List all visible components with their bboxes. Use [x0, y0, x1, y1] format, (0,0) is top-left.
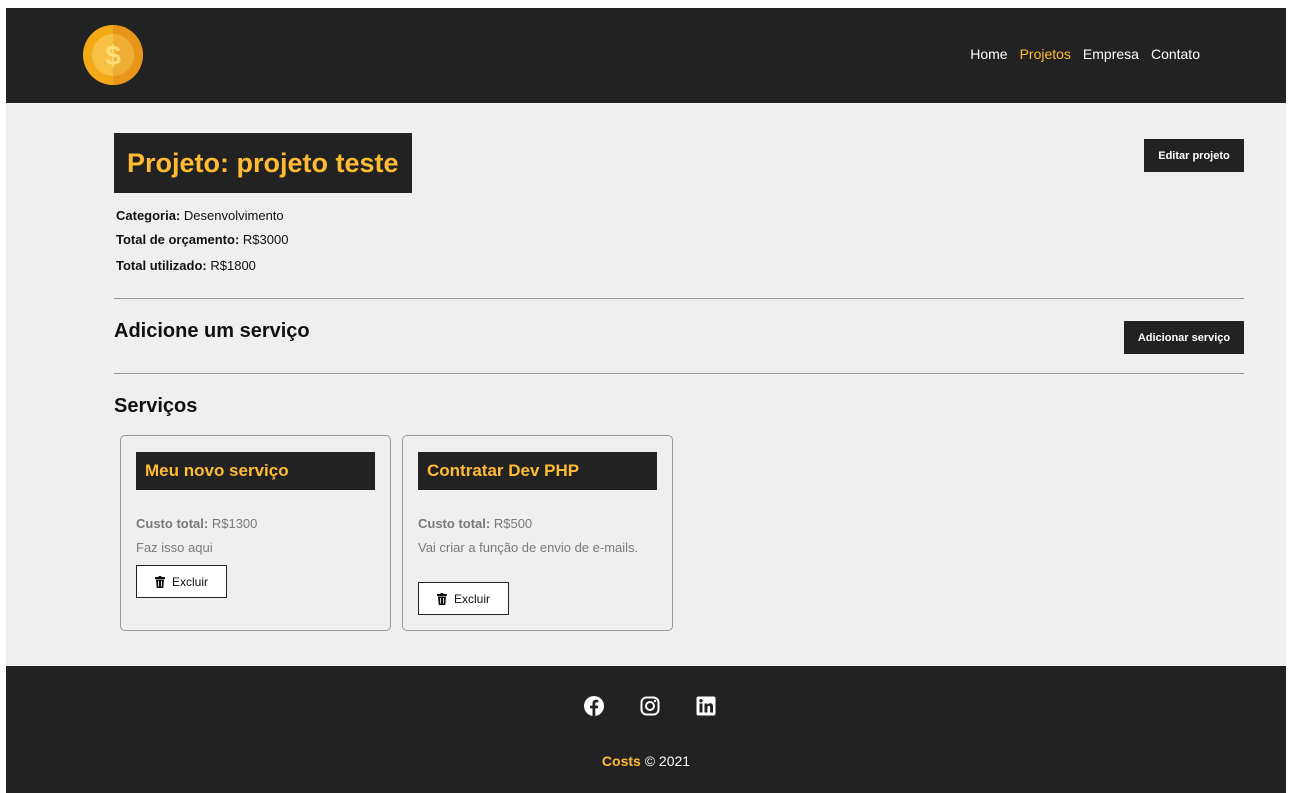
copyright: Costs © 2021: [6, 753, 1286, 769]
delete-label: Excluir: [171, 574, 208, 589]
delete-label: Excluir: [453, 591, 490, 606]
project-used: Total utilizado: R$1800: [116, 258, 256, 273]
service-name: Contratar Dev PHP: [418, 452, 657, 490]
delete-service-button[interactable]: Excluir: [136, 565, 227, 598]
coin-logo-icon[interactable]: $: [82, 24, 144, 86]
project-budget: Total de orçamento: R$3000: [116, 232, 288, 247]
navbar: $ Home Projetos Empresa Contato: [6, 8, 1286, 103]
category-value: Desenvolvimento: [183, 208, 284, 223]
service-cost: Custo total: R$1300: [136, 516, 257, 531]
nav-link-projetos[interactable]: Projetos: [1020, 46, 1071, 62]
linkedin-icon[interactable]: [695, 695, 717, 717]
service-cost-value: R$500: [493, 516, 533, 531]
service-cost-label: Custo total:: [136, 516, 209, 531]
service-cost-label: Custo total:: [418, 516, 491, 531]
nav-link-contato[interactable]: Contato: [1151, 46, 1200, 62]
brand-name: Costs: [601, 753, 641, 769]
instagram-icon[interactable]: [639, 695, 661, 717]
edit-project-button[interactable]: Editar projeto: [1144, 139, 1244, 172]
budget-value: R$3000: [242, 232, 289, 247]
main-nav: Home Projetos Empresa Contato: [970, 46, 1200, 62]
service-cost-value: R$1300: [211, 516, 258, 531]
svg-text:$: $: [105, 40, 121, 71]
category-label: Categoria:: [116, 208, 181, 223]
project-category: Categoria: Desenvolvimento: [116, 208, 284, 223]
divider: [114, 298, 1244, 299]
used-value: R$1800: [210, 258, 256, 273]
service-description: Faz isso aqui: [136, 540, 213, 555]
service-card: Contratar Dev PHP Custo total: R$500 Vai…: [402, 435, 673, 631]
service-cost: Custo total: R$500: [418, 516, 532, 531]
delete-service-button[interactable]: Excluir: [418, 582, 509, 615]
footer: Costs © 2021: [6, 666, 1286, 793]
budget-label: Total de orçamento:: [116, 232, 240, 247]
service-description: Vai criar a função de envio de e-mails.: [418, 540, 639, 555]
add-service-title: Adicione um serviço: [114, 320, 310, 342]
nav-link-empresa[interactable]: Empresa: [1083, 46, 1139, 62]
app-frame: $ Home Projetos Empresa Contato Projeto:…: [6, 8, 1286, 793]
project-title: Projeto: projeto teste: [114, 133, 412, 193]
social-links: [583, 695, 717, 717]
add-service-button[interactable]: Adicionar serviço: [1124, 321, 1244, 354]
nav-link-home[interactable]: Home: [970, 46, 1007, 62]
divider: [114, 373, 1244, 374]
services-title: Serviços: [114, 395, 198, 417]
copyright-text: © 2021: [644, 753, 691, 769]
service-name: Meu novo serviço: [136, 452, 375, 490]
trash-icon: [154, 575, 165, 588]
used-label: Total utilizado:: [116, 258, 207, 273]
facebook-icon[interactable]: [583, 695, 605, 717]
service-card: Meu novo serviço Custo total: R$1300 Faz…: [120, 435, 391, 631]
trash-icon: [436, 592, 447, 605]
